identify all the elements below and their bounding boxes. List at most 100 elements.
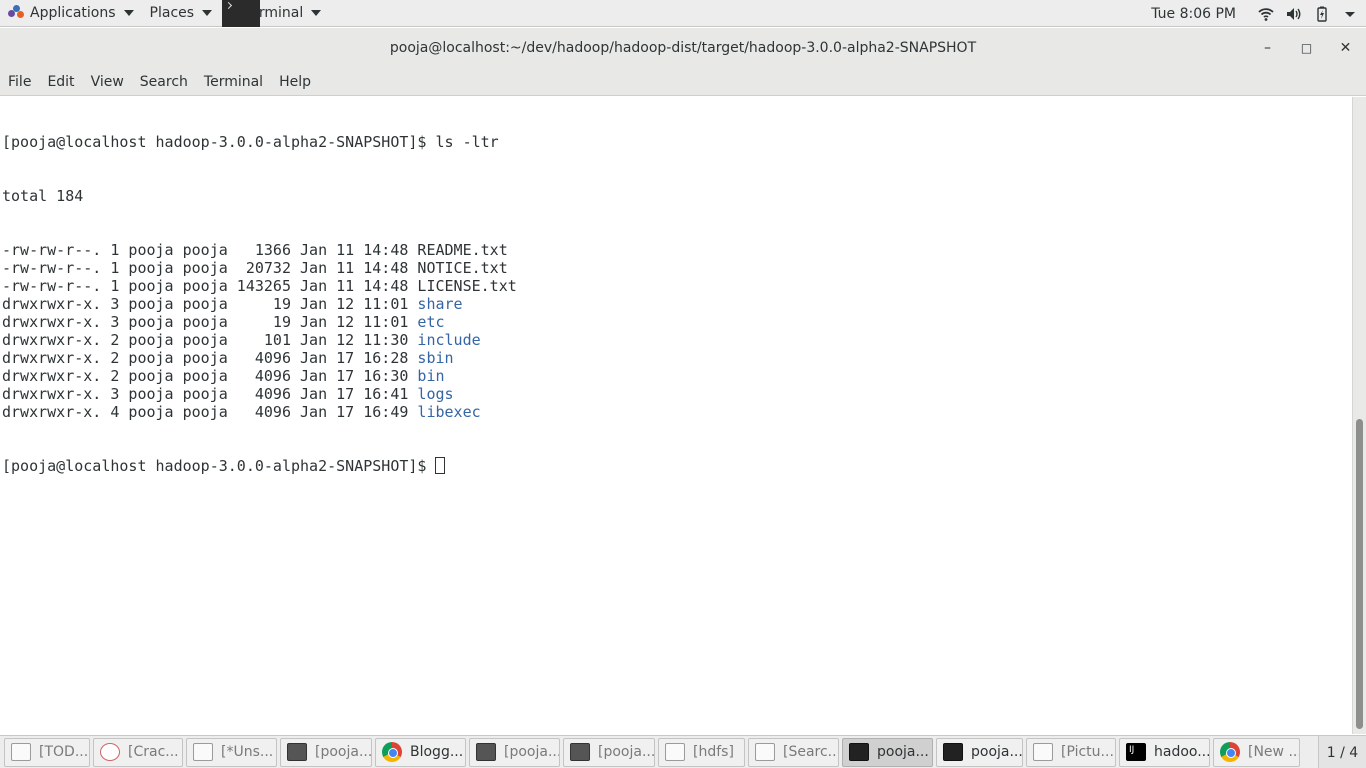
top-panel: Applications Places Terminal Tue 8:06 PM — [0, 0, 1366, 27]
listing-meta: drwxrwxr-x. 3 pooja pooja 4096 Jan 17 16… — [2, 385, 418, 403]
chevron-down-icon — [202, 10, 213, 16]
terminal-icon — [222, 0, 261, 27]
listing-meta: drwxrwxr-x. 2 pooja pooja 101 Jan 12 11:… — [2, 331, 418, 349]
system-tray: Tue 8:06 PM — [1143, 0, 1366, 27]
file-name: NOTICE.txt — [417, 259, 508, 277]
listing-meta: drwxrwxr-x. 3 pooja pooja 19 Jan 12 11:0… — [2, 295, 418, 313]
taskbar-button[interactable]: pooja... — [936, 737, 1023, 767]
volume-icon[interactable] — [1286, 6, 1302, 22]
document-icon — [755, 743, 775, 761]
command-line: [pooja@localhost hadoop-3.0.0-alpha2-SNA… — [2, 133, 499, 151]
window-titlebar[interactable]: pooja@localhost:~/dev/hadoop/hadoop-dist… — [0, 28, 1366, 68]
window-list: [TOD... [Crac... [*Uns... [pooja... Blogg...… — [0, 735, 1366, 768]
terminal-icon — [287, 743, 307, 761]
gnome-foot-icon — [8, 5, 24, 21]
applications-menu[interactable]: Applications — [0, 0, 142, 27]
menu-view[interactable]: View — [83, 68, 132, 96]
terminal-icon — [943, 743, 963, 761]
battery-icon[interactable] — [1314, 6, 1330, 22]
taskbar-button-label: [Pictu... — [1061, 744, 1114, 760]
taskbar-button[interactable]: [Searc... — [748, 737, 839, 767]
taskbar-button[interactable]: [Pictu... — [1026, 737, 1116, 767]
taskbar-button[interactable]: [pooja... — [469, 737, 560, 767]
directory-name: libexec — [417, 403, 481, 421]
listing-row: drwxrwxr-x. 3 pooja pooja 19 Jan 12 11:0… — [2, 313, 1352, 331]
taskbar-button[interactable]: [New ... — [1213, 737, 1300, 767]
file-name: README.txt — [417, 241, 508, 259]
places-label: Places — [149, 5, 195, 21]
taskbar-button-label: pooja... — [877, 744, 929, 760]
menu-terminal[interactable]: Terminal — [196, 68, 271, 96]
directory-name: include — [417, 331, 481, 349]
text-cursor — [435, 457, 446, 474]
clock[interactable]: Tue 8:06 PM — [1143, 6, 1252, 22]
taskbar-button-label: pooja... — [971, 744, 1023, 760]
taskbar-button[interactable]: [hdfs] — [658, 737, 745, 767]
listing-meta: -rw-rw-r--. 1 pooja pooja 1366 Jan 11 14… — [2, 241, 418, 259]
taskbar-button-label: [pooja... — [598, 744, 655, 760]
workspace-switcher[interactable]: 1 / 4 — [1318, 736, 1366, 768]
taskbar-button[interactable]: Blogg... — [375, 737, 466, 767]
intellij-icon — [1126, 743, 1146, 761]
task-list: [TOD... [Crac... [*Uns... [pooja... Blogg...… — [4, 737, 1303, 767]
listing-meta: drwxrwxr-x. 2 pooja pooja 4096 Jan 17 16… — [2, 367, 418, 385]
document-icon — [1033, 743, 1053, 761]
terminal-icon — [570, 743, 590, 761]
listing-row: drwxrwxr-x. 3 pooja pooja 19 Jan 12 11:0… — [2, 295, 1352, 313]
directory-name: logs — [417, 385, 454, 403]
total-line: total 184 — [2, 187, 84, 205]
chrome-icon — [1220, 742, 1240, 762]
menu-file[interactable]: File — [0, 68, 39, 96]
taskbar-button-label: [pooja... — [315, 744, 372, 760]
taskbar-button[interactable]: [*Uns... — [186, 737, 277, 767]
places-menu[interactable]: Places — [142, 0, 221, 27]
directory-name: etc — [417, 313, 445, 331]
taskbar-button[interactable]: pooja... — [842, 737, 933, 767]
wifi-icon[interactable] — [1258, 6, 1274, 22]
close-button[interactable]: ✕ — [1326, 28, 1365, 68]
listing-row: drwxrwxr-x. 2 pooja pooja 4096 Jan 17 16… — [2, 349, 1352, 367]
taskbar-button-label: [TOD... — [39, 744, 89, 760]
listing-meta: -rw-rw-r--. 1 pooja pooja 143265 Jan 11 … — [2, 277, 418, 295]
listing-row: -rw-rw-r--. 1 pooja pooja 143265 Jan 11 … — [2, 277, 1352, 295]
directory-name: share — [417, 295, 463, 313]
terminal-icon — [849, 743, 869, 761]
menu-edit[interactable]: Edit — [39, 68, 82, 96]
listing-row: drwxrwxr-x. 2 pooja pooja 101 Jan 12 11:… — [2, 331, 1352, 349]
window-title: pooja@localhost:~/dev/hadoop/hadoop-dist… — [389, 40, 977, 56]
taskbar-button-label: [Crac... — [128, 744, 179, 760]
listing-row: drwxrwxr-x. 4 pooja pooja 4096 Jan 17 16… — [2, 403, 1352, 421]
listing-meta: drwxrwxr-x. 4 pooja pooja 4096 Jan 17 16… — [2, 403, 418, 421]
taskbar-button-label: [Searc... — [783, 744, 839, 760]
terminal-scrollbar[interactable] — [1352, 97, 1366, 734]
minimize-button[interactable]: – — [1248, 28, 1287, 68]
taskbar-button[interactable]: [TOD... — [4, 737, 90, 767]
chevron-down-icon[interactable] — [1342, 6, 1358, 22]
terminal-output: [pooja@localhost hadoop-3.0.0-alpha2-SNA… — [0, 97, 1352, 511]
terminal-icon — [476, 743, 496, 761]
text-editor-icon — [193, 743, 213, 761]
taskbar-button[interactable]: [pooja... — [280, 737, 372, 767]
terminal-view[interactable]: [pooja@localhost hadoop-3.0.0-alpha2-SNA… — [0, 97, 1352, 734]
directory-name: sbin — [417, 349, 454, 367]
listing-meta: drwxrwxr-x. 2 pooja pooja 4096 Jan 17 16… — [2, 349, 418, 367]
java-icon — [100, 743, 120, 761]
menu-search[interactable]: Search — [132, 68, 196, 96]
menu-help[interactable]: Help — [271, 68, 319, 96]
taskbar-button[interactable]: [pooja... — [563, 737, 655, 767]
taskbar-button[interactable]: [Crac... — [93, 737, 183, 767]
maximize-button[interactable]: □ — [1287, 28, 1326, 68]
listing-meta: -rw-rw-r--. 1 pooja pooja 20732 Jan 11 1… — [2, 259, 418, 277]
listing: -rw-rw-r--. 1 pooja pooja 1366 Jan 11 14… — [2, 241, 1352, 421]
chrome-icon — [382, 742, 402, 762]
listing-meta: drwxrwxr-x. 3 pooja pooja 19 Jan 12 11:0… — [2, 313, 418, 331]
terminal-app-menu[interactable]: Terminal — [220, 0, 329, 27]
file-name: LICENSE.txt — [417, 277, 517, 295]
menu-bar: File Edit View Search Terminal Help — [0, 68, 1366, 96]
taskbar-button[interactable]: hadoo... — [1119, 737, 1210, 767]
prompt-text: [pooja@localhost hadoop-3.0.0-alpha2-SNA… — [2, 457, 436, 475]
applications-label: Applications — [30, 5, 116, 21]
chevron-down-icon — [311, 10, 322, 16]
taskbar-button-label: [New ... — [1248, 744, 1300, 760]
scrollbar-thumb[interactable] — [1356, 419, 1363, 729]
